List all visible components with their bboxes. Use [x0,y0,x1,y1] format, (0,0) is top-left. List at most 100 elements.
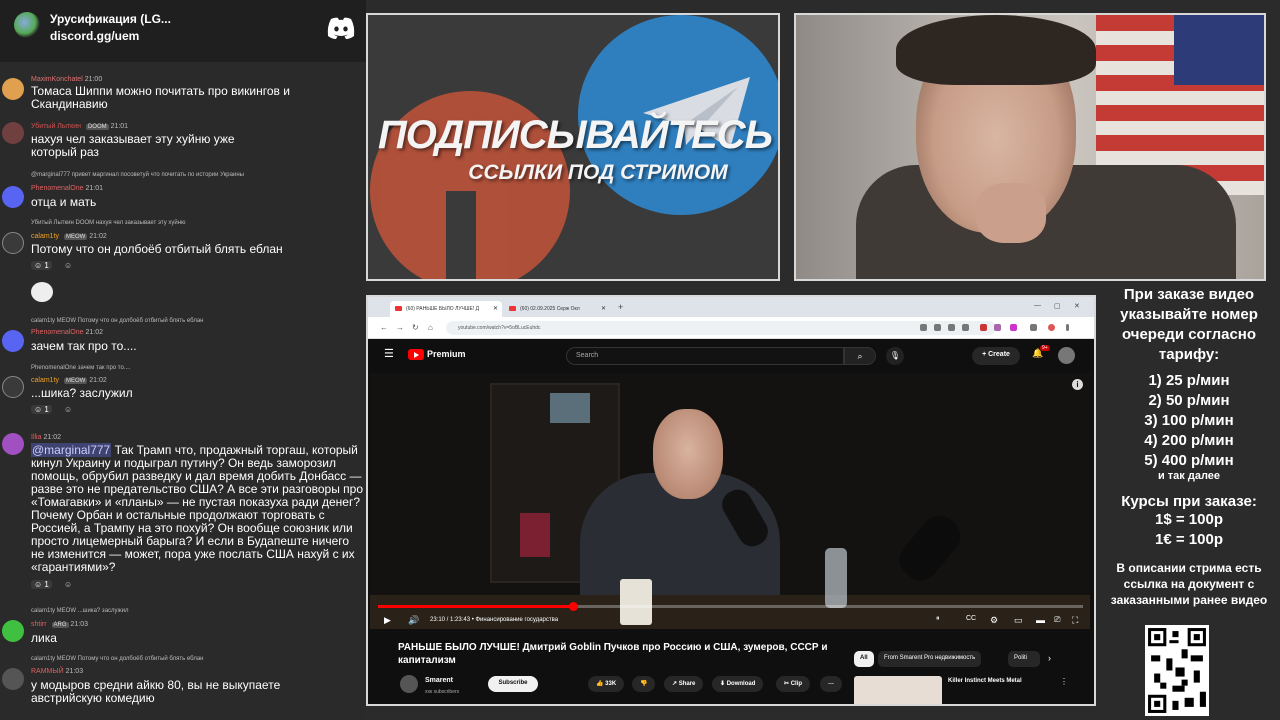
reply-preview[interactable]: @marginal777 привет маргинал посоветуй ч… [31,172,244,178]
more-vert-icon[interactable]: ⋮ [1060,677,1068,686]
avatar [2,122,24,144]
dislike-button[interactable]: 👎 [632,676,656,692]
reaction[interactable]: ☺ 1 [31,405,52,414]
profile-icon[interactable] [1048,324,1055,331]
notification-count: 9+ [1040,345,1050,351]
tab-title: (60) 02.09.2025 Серж Окл [520,306,580,312]
avatar [2,668,24,690]
channel-name[interactable]: Smarent [425,677,453,684]
user-mention[interactable]: @marginal777 [31,443,112,457]
close-window-icon[interactable]: ✕ [1074,302,1080,310]
channel-avatar[interactable] [400,675,418,693]
minimize-icon[interactable]: — [1034,302,1041,309]
username[interactable]: PhenomenalOne [31,329,84,336]
search-input[interactable]: Search [566,347,844,365]
server-link[interactable]: discord.gg/uem [50,29,139,43]
cast-icon[interactable] [920,324,927,331]
chip-politics[interactable]: Politi [1008,651,1040,667]
fullscreen-icon[interactable]: ⛶ [1072,615,1078,626]
forward-icon[interactable]: → [396,323,404,332]
clip-button[interactable]: ✂ Clip [776,676,811,692]
add-reaction-icon[interactable]: ☺ [64,580,72,589]
search-icon[interactable]: ⌕ [844,347,876,365]
settings-gear-icon[interactable]: ⚙ [990,615,998,626]
add-reaction-icon[interactable]: ☺ [64,261,72,270]
extension-icon-2[interactable] [994,324,1001,331]
tab-youtube-video-2[interactable]: (60) 02.09.2025 Серж Окл ✕ [504,301,610,317]
url-field[interactable]: youtube.com/watch?v=5oBLucEuhdc [446,321,996,335]
home-icon[interactable]: ⌂ [428,323,433,332]
sidepanel-icon[interactable] [1030,324,1037,331]
username[interactable]: calam1ty [31,377,59,384]
username[interactable]: Убитый Лыткин [31,123,81,130]
chip-all[interactable]: All [854,651,874,667]
chapter-text[interactable]: • Финансирование государства [472,617,558,623]
close-icon[interactable]: ✕ [601,305,606,312]
close-icon[interactable]: ✕ [493,305,498,312]
extension-icon[interactable] [980,324,987,331]
progress-bar[interactable] [378,602,1083,611]
miniplayer-icon[interactable]: ▭ [1014,615,1023,626]
reaction[interactable]: ☺ 1 [31,580,52,589]
back-icon[interactable]: ← [380,323,388,332]
reply-preview[interactable]: PhenomenalOne зачем так про то.... [31,365,131,371]
address-bar: ← → ↻ ⌂ youtube.com/watch?v=5oBLucEuhdc [368,317,1094,339]
play-icon[interactable]: ▶ [384,615,391,626]
username[interactable]: RAMMЫЙ [31,668,64,675]
chevron-right-icon[interactable]: › [1048,653,1051,663]
username[interactable]: MaximKonchatel [31,76,83,83]
like-button[interactable]: 👍 33K [588,676,625,692]
progress-scrubber[interactable] [569,602,579,611]
share-button[interactable]: ↗ Share [664,676,704,692]
subscriber-count: ххк subscribers [425,689,460,695]
create-button[interactable]: + Create [972,347,1020,365]
recommended-thumbnail[interactable] [854,676,942,704]
username[interactable]: shtirr [31,621,47,628]
captions-icon[interactable]: CC [966,615,976,622]
reaction-count: 1 [44,580,49,589]
subscribe-button[interactable]: Subscribe [488,676,538,692]
message-meta: MaximKonchatel 21:00 [31,76,102,83]
reload-icon[interactable]: ↻ [412,323,419,332]
video-player[interactable]: i ▶ 🔊 23:10 / 1:23:43 • Финансирование г… [370,373,1090,629]
message-text: Томаса Шиппи можно почитать про викингов… [31,84,290,111]
microphone-icon[interactable]: 🎙 [886,347,904,365]
reaction[interactable]: ☺ 1 [31,261,52,270]
download-button[interactable]: ⬇ Download [712,676,764,692]
more-actions-button[interactable]: … [820,676,842,692]
maximize-icon[interactable]: ▢ [1054,302,1061,310]
youtube-premium-label[interactable]: Premium [427,349,466,359]
share-label: Share [678,681,696,687]
username[interactable]: PhenomenalOne [31,185,84,192]
reply-preview[interactable]: calam1ty MEOW Потому что он долбоёб отби… [31,656,203,662]
cast-video-icon[interactable]: ⎚ [1054,615,1060,625]
message-text: @marginal777 Так Трамп что, продажный то… [31,443,365,574]
avatar [2,620,24,642]
info-icon[interactable]: i [1072,379,1083,390]
share-icon[interactable] [948,324,955,331]
chip-from-channel[interactable]: From Smarent Pro недвижимость [878,651,982,667]
username[interactable]: calam1ty [31,233,59,240]
autoplay-toggle[interactable]: ⏸ [936,615,940,623]
reaction-count: 1 [44,405,49,414]
username[interactable]: Illia [31,434,42,441]
add-reaction-icon[interactable]: ☺ [64,405,72,414]
bookmark-star-icon[interactable] [962,324,969,331]
menu-dots-icon[interactable] [1066,324,1069,331]
zoom-icon[interactable] [934,324,941,331]
extension-icon-3[interactable] [1010,324,1017,331]
volume-icon[interactable]: 🔊 [408,615,419,626]
reply-preview[interactable]: Убитый Лыткин DOOM нахуя чел заказывает … [31,220,186,226]
theater-mode-icon[interactable]: ▬ [1036,615,1045,625]
tab-title: (60) РАНЬШЕ БЫЛО ЛУЧШЕ! Д [406,306,479,312]
user-badge: MEOW [63,378,88,384]
account-avatar[interactable] [1058,347,1075,364]
reply-preview[interactable]: calam1ty MEOW ...шика? заслужил [31,608,128,614]
reply-preview[interactable]: calam1ty MEOW Потому что он долбоёб отби… [31,318,203,324]
hamburger-menu-icon[interactable]: ☰ [384,347,394,360]
new-tab-icon[interactable]: + [618,302,623,312]
tab-youtube-video[interactable]: (60) РАНЬШЕ БЫЛО ЛУЧШЕ! Д ✕ [390,301,502,317]
youtube-logo-icon[interactable] [408,349,424,360]
recommended-title[interactable]: Killer Instinct Meets Metal [948,678,1022,684]
video-bottle [825,548,847,608]
